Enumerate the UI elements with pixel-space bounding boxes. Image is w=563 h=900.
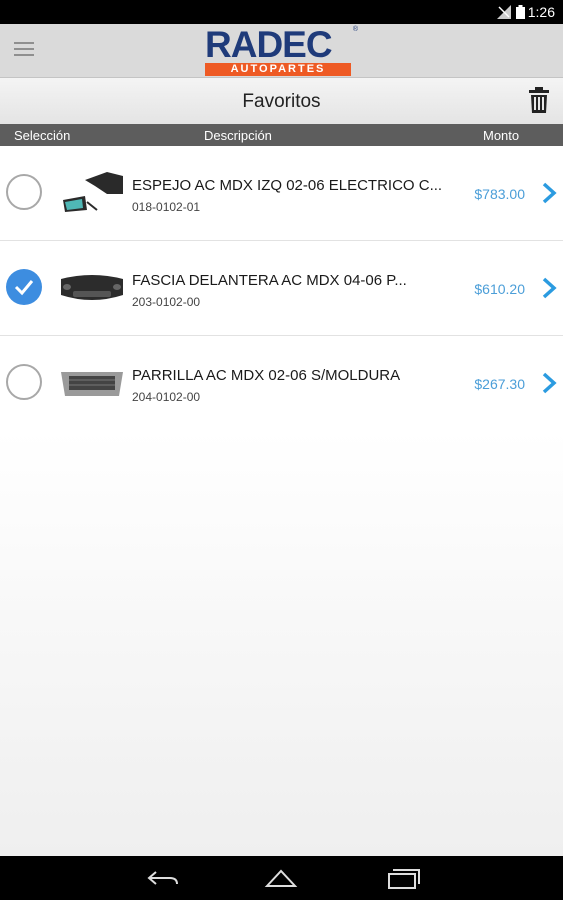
system-nav-bar [0, 856, 563, 900]
trash-icon[interactable] [529, 87, 549, 113]
signal-icon [497, 5, 511, 19]
item-description: ESPEJO AC MDX IZQ 02-06 ELECTRICO C... [132, 177, 443, 194]
product-thumbnail [57, 261, 127, 315]
status-bar: 1:26 [0, 0, 563, 24]
item-code: 204-0102-00 [132, 390, 201, 404]
column-description: Descripción [204, 128, 272, 143]
status-time: 1:26 [527, 4, 555, 20]
item-price: $267.30 [474, 376, 525, 392]
chevron-right-icon[interactable] [541, 181, 557, 205]
product-thumbnail [57, 166, 127, 220]
column-amount: Monto [483, 128, 520, 143]
title-bar: Favoritos [0, 78, 563, 124]
registered-mark: ® [352, 26, 358, 33]
page-title: Favoritos [242, 91, 321, 112]
column-selection: Selección [14, 128, 71, 143]
select-checkbox[interactable] [6, 269, 42, 305]
chevron-right-icon[interactable] [541, 276, 557, 300]
item-description: FASCIA DELANTERA AC MDX 04-06 P... [132, 272, 407, 289]
item-code: 203-0102-00 [132, 295, 201, 309]
menu-icon[interactable] [14, 42, 34, 58]
select-checkbox[interactable] [6, 174, 42, 210]
product-thumbnail [57, 356, 127, 410]
brand-name: RADEC [205, 24, 333, 65]
app-bar: RADEC ® AUTOPARTES [0, 24, 563, 78]
item-price: $783.00 [474, 186, 525, 202]
favorites-list: ESPEJO AC MDX IZQ 02-06 ELECTRICO C... 0… [0, 146, 563, 431]
battery-icon [516, 5, 525, 19]
recent-apps-icon[interactable] [386, 866, 420, 890]
check-icon [14, 280, 34, 296]
item-price: $610.20 [474, 281, 525, 297]
select-checkbox[interactable] [6, 364, 42, 400]
home-icon[interactable] [264, 866, 298, 890]
item-description: PARRILLA AC MDX 02-06 S/MOLDURA [132, 367, 401, 384]
column-header: Selección Descripción Monto [0, 124, 563, 146]
chevron-right-icon[interactable] [541, 371, 557, 395]
back-icon[interactable] [146, 866, 180, 890]
empty-area [0, 430, 563, 856]
list-item[interactable]: FASCIA DELANTERA AC MDX 04-06 P... 203-0… [0, 241, 563, 336]
radec-logo: RADEC ® AUTOPARTES [205, 24, 360, 76]
item-code: 018-0102-01 [132, 200, 201, 214]
list-item[interactable]: ESPEJO AC MDX IZQ 02-06 ELECTRICO C... 0… [0, 146, 563, 241]
list-item[interactable]: PARRILLA AC MDX 02-06 S/MOLDURA 204-0102… [0, 336, 563, 431]
